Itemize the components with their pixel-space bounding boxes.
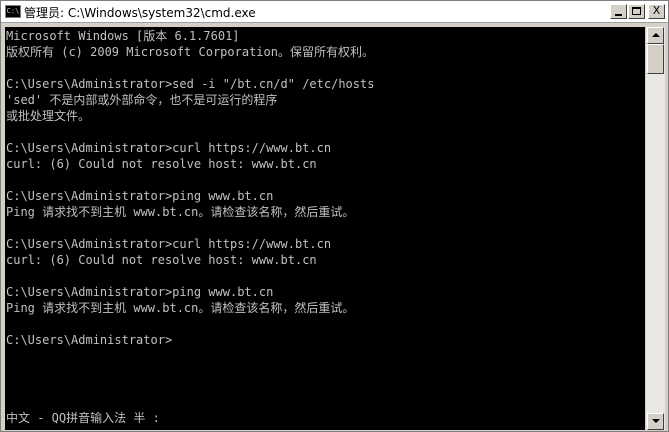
console-line: C:\Users\Administrator>curl https://www.… [6,237,332,251]
close-icon: X [652,4,661,17]
console-output[interactable]: 中文 - QQ拼音输入法 半 : Microsoft Windows [版本 6.… [5,27,645,430]
console-line: 或批处理文件。 [6,109,91,123]
ime-status-bar: 中文 - QQ拼音输入法 半 : [6,411,160,425]
console-line: curl: (6) Could not resolve host: www.bt… [6,253,317,267]
console-line: C:\Users\Administrator> [6,333,173,347]
console-line: 'sed' 不是内部或外部命令，也不是可运行的程序 [6,93,278,107]
console-line: Ping 请求找不到主机 www.bt.cn。请检查该名称，然后重试。 [6,301,355,315]
window-title: 管理员: C:\Windows\system32\cmd.exe [24,6,256,20]
vertical-scrollbar[interactable] [646,27,665,430]
maximize-button[interactable] [628,4,645,19]
console-line: C:\Users\Administrator>sed -i "/bt.cn/d"… [6,77,375,91]
console-line: Microsoft Windows [版本 6.1.7601] [6,29,240,43]
cmd-window: C:\ 管理员: C:\Windows\system32\cmd.exe X 中… [0,0,669,432]
cmd-icon[interactable]: C:\ [5,5,21,18]
minimize-icon [615,14,622,16]
console-line: 版权所有 (c) 2009 Microsoft Corporation。保留所有… [6,45,374,59]
scroll-down-button[interactable] [647,413,664,430]
arrow-up-icon [652,33,660,37]
console-line: C:\Users\Administrator>curl https://www.… [6,141,332,155]
close-button[interactable]: X [648,4,665,19]
console-line: Ping 请求找不到主机 www.bt.cn。请检查该名称，然后重试。 [6,205,355,219]
scroll-thumb[interactable] [647,44,664,74]
console-line: curl: (6) Could not resolve host: www.bt… [6,157,317,171]
title-bar[interactable]: C:\ 管理员: C:\Windows\system32\cmd.exe X [1,1,668,23]
console-line: C:\Users\Administrator>ping www.bt.cn [6,285,274,299]
maximize-icon [632,7,641,15]
console-line: C:\Users\Administrator>ping www.bt.cn [6,189,274,203]
arrow-down-icon [652,419,660,423]
scroll-up-button[interactable] [647,27,664,44]
minimize-button[interactable] [610,4,627,19]
